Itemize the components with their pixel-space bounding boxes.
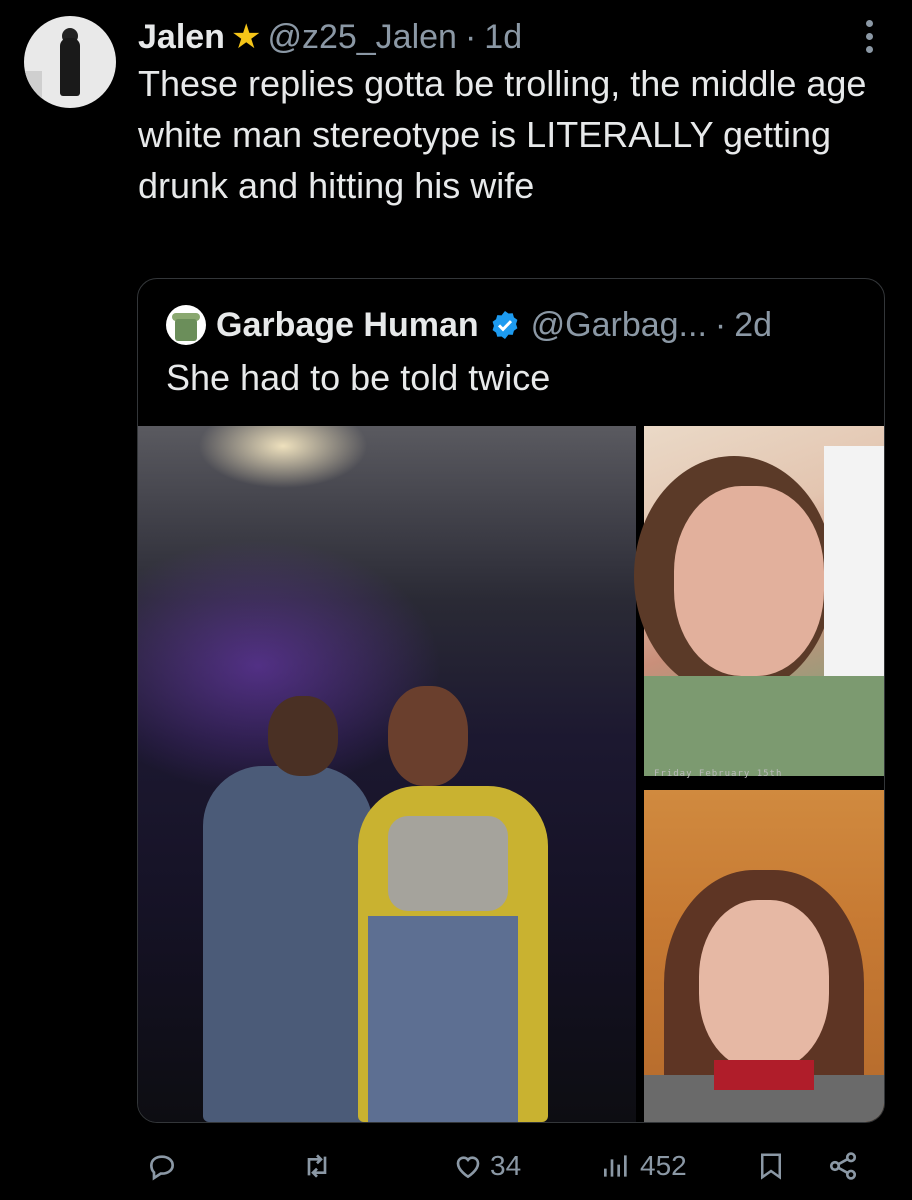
quoted-tweet-card[interactable]: Garbage Human @Garbag... · 2d She had to… (137, 278, 885, 1123)
like-count: 34 (490, 1150, 522, 1181)
reply-button[interactable] (146, 1150, 178, 1182)
views-button[interactable]: 452 (600, 1150, 687, 1182)
views-count: 452 (640, 1150, 687, 1181)
retweet-icon (307, 1154, 327, 1178)
verified-badge-icon (492, 311, 518, 339)
quoted-tweet-header: Garbage Human @Garbag... · 2d (166, 301, 772, 349)
share-button[interactable] (826, 1150, 860, 1182)
tweet-time[interactable]: 1d (484, 18, 522, 57)
user-avatar[interactable] (24, 16, 116, 108)
photo-date-stamp: Friday February 15th (654, 769, 783, 779)
more-options-icon[interactable] (866, 20, 874, 53)
separator-dot: · (464, 17, 477, 56)
share-icon (829, 1152, 857, 1180)
tweet-text: These replies gotta be trolling, the mid… (138, 63, 867, 206)
bookmark-icon (761, 1153, 781, 1180)
quoted-author-avatar[interactable] (166, 305, 206, 345)
quoted-tweet-text: She had to be told twice (166, 357, 551, 398)
photo-injured-face-hospital[interactable] (634, 426, 884, 776)
views-chart-icon (604, 1155, 627, 1177)
author-handle[interactable]: @z25_Jalen (267, 18, 457, 57)
quoted-author-name[interactable]: Garbage Human (216, 306, 479, 345)
photo-couple-concert[interactable] (138, 426, 636, 1122)
star-icon: ★ (230, 18, 262, 56)
quoted-author-handle[interactable]: @Garbag... (531, 306, 707, 345)
bookmark-button[interactable] (756, 1150, 786, 1182)
tweet-header: Jalen ★ @z25_Jalen · 1d (138, 14, 522, 60)
photo-injured-face-closeup[interactable] (644, 790, 884, 1122)
quoted-separator-dot: · (714, 305, 727, 344)
action-bar: 34 452 (0, 1140, 912, 1200)
like-button[interactable]: 34 (452, 1150, 521, 1182)
retweet-button[interactable] (300, 1150, 334, 1182)
heart-icon (456, 1156, 480, 1179)
reply-icon (149, 1155, 175, 1181)
author-name[interactable]: Jalen (138, 18, 225, 57)
quoted-tweet-time[interactable]: 2d (734, 306, 772, 345)
